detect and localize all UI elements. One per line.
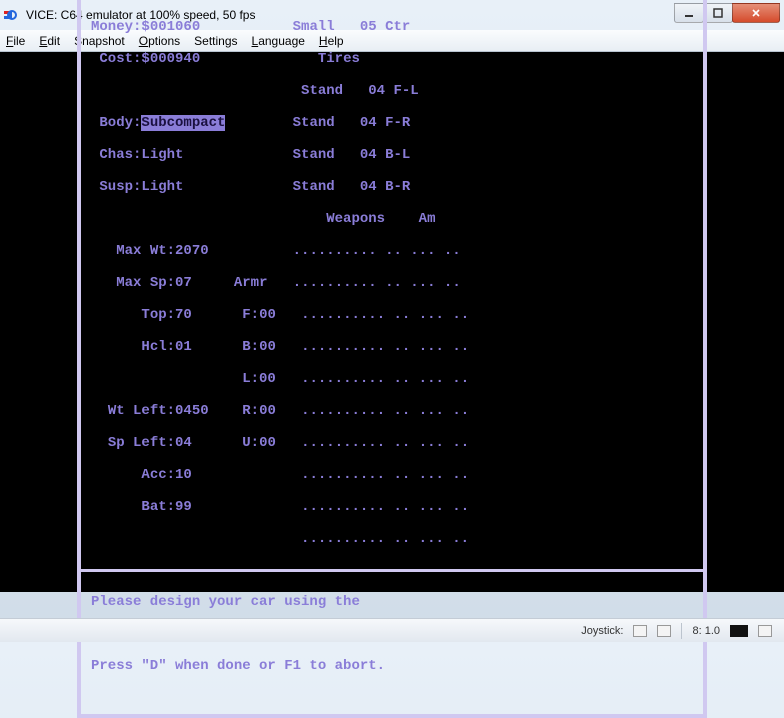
drive-led-icon xyxy=(730,625,748,637)
weapons-label: Weapons xyxy=(326,211,385,227)
maxwt-label: Max Wt: xyxy=(116,243,175,259)
joystick-slot-2[interactable] xyxy=(657,625,671,637)
close-button[interactable] xyxy=(732,3,780,23)
joystick-slot-1[interactable] xyxy=(633,625,647,637)
weapons-row-2: .......... .. ... .. xyxy=(301,307,469,323)
row-body: Body:Subcompact Stand 04 F-R xyxy=(91,115,693,131)
row-money: Money:$001060 Small 05 Ctr xyxy=(91,19,693,35)
maxwt-value: 2070 xyxy=(175,243,209,259)
maximize-button[interactable] xyxy=(703,3,733,23)
menu-edit[interactable]: Edit xyxy=(39,34,60,48)
row-armor-l: L:00 .......... .. ... .. xyxy=(91,371,693,387)
armor-b: 00 xyxy=(259,339,276,355)
tire3-name: Stand xyxy=(293,179,335,195)
weapons-row-1: .......... .. ... .. xyxy=(293,275,461,291)
weapons-row-4: .......... .. ... .. xyxy=(301,371,469,387)
emulator-viewport[interactable]: Drvr:Tyrant Item Pt Loc Car:shadow Plant… xyxy=(0,52,784,592)
row-maxsp: Max Sp:07 Armr .......... .. ... .. xyxy=(91,275,693,291)
game-screen: Drvr:Tyrant Item Pt Loc Car:shadow Plant… xyxy=(77,0,707,718)
tire2-pt: 04 xyxy=(360,147,377,163)
weapons-row-6: .......... .. ... .. xyxy=(301,435,469,451)
susp-label: Susp: xyxy=(99,179,141,195)
susp-value: Light xyxy=(141,179,183,195)
app-icon xyxy=(4,7,20,23)
tire0-loc: F-L xyxy=(394,83,419,99)
row-tire0: Stand 04 F-L xyxy=(91,83,693,99)
row-susp: Susp:Light Stand 04 B-R xyxy=(91,179,693,195)
row-cost: Cost:$000940 Tires xyxy=(91,51,693,67)
tire1-name: Stand xyxy=(293,115,335,131)
divider xyxy=(81,569,703,572)
tire1-loc: F-R xyxy=(385,115,410,131)
weapons-row-8: .......... .. ... .. xyxy=(301,499,469,515)
weapons-row-9: .......... .. ... .. xyxy=(301,531,469,547)
wtleft-label: Wt Left: xyxy=(108,403,175,419)
armr-label: Armr xyxy=(234,275,268,291)
row-bat: Bat:99 .......... .. ... .. xyxy=(91,499,693,515)
plant-name: Small xyxy=(293,19,335,35)
am-label: Am xyxy=(419,211,436,227)
joystick-label: Joystick: xyxy=(581,625,623,637)
car-label: Car: xyxy=(108,0,142,3)
row-weapons-9: .......... .. ... .. xyxy=(91,531,693,547)
hcl-label: Hcl: xyxy=(141,339,175,355)
money-label: Money: xyxy=(91,19,141,35)
row-hcl: Hcl:01 B:00 .......... .. ... .. xyxy=(91,339,693,355)
acc-value: 10 xyxy=(175,467,192,483)
tire0-pt: 04 xyxy=(368,83,385,99)
bat-label: Bat: xyxy=(141,499,175,515)
plant-label: Plant xyxy=(326,0,368,3)
top-value: 70 xyxy=(175,307,192,323)
tire1-pt: 04 xyxy=(360,115,377,131)
bat-value: 99 xyxy=(175,499,192,515)
row-chas: Chas:Light Stand 04 B-L xyxy=(91,147,693,163)
drive-slot[interactable] xyxy=(758,625,772,637)
spleft-value: 04 xyxy=(175,435,192,451)
row-spleft: Sp Left:04 U:00 .......... .. ... .. xyxy=(91,435,693,451)
row-acc: Acc:10 .......... .. ... .. xyxy=(91,467,693,483)
chas-label: Chas: xyxy=(99,147,141,163)
tire2-name: Stand xyxy=(293,147,335,163)
menu-file[interactable]: File xyxy=(6,34,25,48)
hcl-value: 01 xyxy=(175,339,192,355)
weapons-row-0: .......... .. ... .. xyxy=(293,243,461,259)
armor-u: 00 xyxy=(259,435,276,451)
top-label: Top: xyxy=(141,307,175,323)
cost-value: $000940 xyxy=(141,51,200,67)
maxsp-label: Max Sp: xyxy=(116,275,175,291)
armor-f: 00 xyxy=(259,307,276,323)
wtleft-value: 0450 xyxy=(175,403,209,419)
row-top: Top:70 F:00 .......... .. ... .. xyxy=(91,307,693,323)
tire3-loc: B-R xyxy=(385,179,410,195)
msg-line-1: Please design your car using the xyxy=(91,594,693,610)
msg-line-3: Press "D" when done or F1 to abort. xyxy=(91,658,693,674)
weapons-row-3: .......... .. ... .. xyxy=(301,339,469,355)
cost-label: Cost: xyxy=(99,51,141,67)
money-value: $001060 xyxy=(141,19,200,35)
row-car: Car:shadow Plant xyxy=(91,0,693,3)
car-value: shadow xyxy=(141,0,191,3)
plant-loc: Ctr xyxy=(385,19,410,35)
maxsp-value: 07 xyxy=(175,275,192,291)
row-weapons-hdr: Weapons Am xyxy=(91,211,693,227)
spleft-label: Sp Left: xyxy=(108,435,175,451)
drive-status: 8: 1.0 xyxy=(692,625,720,637)
row-maxwt: Max Wt:2070 .......... .. ... .. xyxy=(91,243,693,259)
armor-r: 00 xyxy=(259,403,276,419)
tire3-pt: 04 xyxy=(360,179,377,195)
weapons-row-7: .......... .. ... .. xyxy=(301,467,469,483)
row-wtleft: Wt Left:0450 R:00 .......... .. ... .. xyxy=(91,403,693,419)
body-value[interactable]: Subcompact xyxy=(141,115,225,131)
plant-pt: 05 xyxy=(360,19,377,35)
tires-label: Tires xyxy=(318,51,360,67)
statusbar: Joystick: 8: 1.0 xyxy=(0,618,784,642)
armor-l: 00 xyxy=(259,371,276,387)
status-divider xyxy=(681,623,682,639)
tire2-loc: B-L xyxy=(385,147,410,163)
tire0-name: Stand xyxy=(301,83,343,99)
chas-value: Light xyxy=(141,147,183,163)
weapons-row-5: .......... .. ... .. xyxy=(301,403,469,419)
acc-label: Acc: xyxy=(141,467,175,483)
body-label: Body: xyxy=(99,115,141,131)
